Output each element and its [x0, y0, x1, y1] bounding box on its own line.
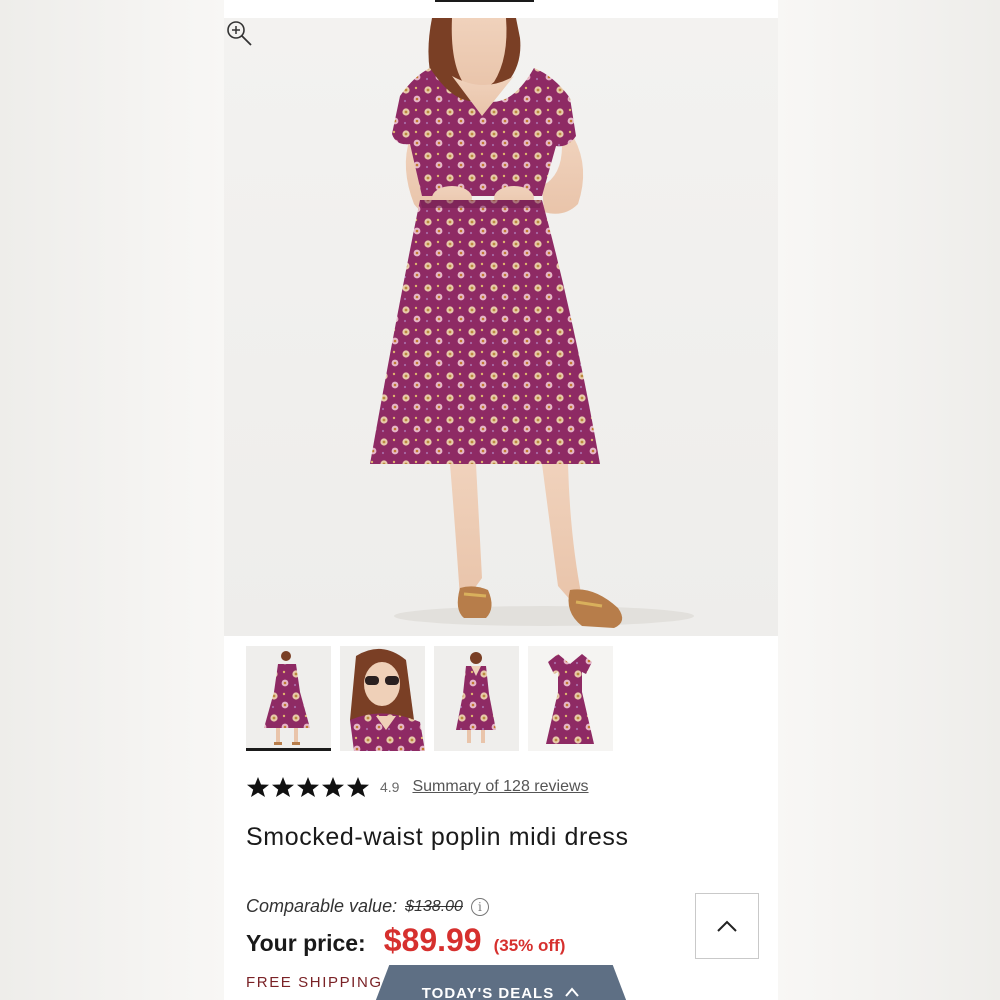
todays-deals-label: TODAY'S DEALS	[421, 985, 555, 1000]
star-icon	[322, 777, 344, 797]
product-page: 4.9 Summary of 128 reviews Smocked-waist…	[224, 0, 778, 1000]
comparable-value-label: Comparable value:	[246, 896, 398, 916]
page-background-left	[0, 0, 224, 1000]
thumbnail-image	[434, 646, 519, 751]
thumbnail-gallery	[246, 646, 613, 751]
reviews-summary-link[interactable]: Summary of 128 reviews	[412, 778, 588, 796]
info-icon[interactable]: i	[470, 897, 489, 916]
your-price-label: Your price:	[246, 930, 366, 956]
thumbnail-image	[528, 646, 613, 751]
star-rating	[246, 776, 370, 798]
star-icon	[297, 777, 319, 797]
comparable-value-price: $138.00	[405, 897, 463, 915]
chevron-up-icon	[564, 985, 580, 1000]
price-row: Your price: $89.99 (35% off)	[246, 922, 565, 959]
thumbnail-back-view[interactable]	[434, 646, 519, 751]
thumbnail-closeup-view[interactable]	[340, 646, 425, 751]
thumbnail-flat-lay-view[interactable]	[528, 646, 613, 751]
scroll-to-top-button[interactable]	[695, 893, 759, 959]
zoom-in-icon[interactable]	[224, 18, 254, 48]
comparable-value-row: Comparable value: $138.00 i	[246, 896, 489, 917]
product-main-image[interactable]	[224, 18, 778, 636]
star-icon	[347, 777, 369, 797]
chevron-up-icon	[717, 920, 737, 932]
thumbnail-front-view[interactable]	[246, 646, 331, 751]
sale-price: $89.99	[383, 922, 482, 958]
top-nav-strip	[224, 0, 778, 18]
active-tab-indicator	[435, 0, 534, 2]
discount-badge: (35% off)	[493, 936, 566, 955]
page-background-right	[778, 0, 1000, 1000]
rating-row: 4.9 Summary of 128 reviews	[246, 774, 589, 800]
todays-deals-tab[interactable]: TODAY'S DEALS	[374, 965, 628, 1000]
free-shipping-label: FREE SHIPPING	[246, 974, 383, 991]
product-title: Smocked-waist poplin midi dress	[246, 823, 629, 851]
model-illustration	[370, 18, 694, 628]
star-icon	[247, 777, 269, 797]
thumbnail-image	[246, 646, 331, 751]
thumbnail-image	[340, 646, 425, 751]
rating-value: 4.9	[380, 779, 400, 795]
star-icon	[272, 777, 294, 797]
